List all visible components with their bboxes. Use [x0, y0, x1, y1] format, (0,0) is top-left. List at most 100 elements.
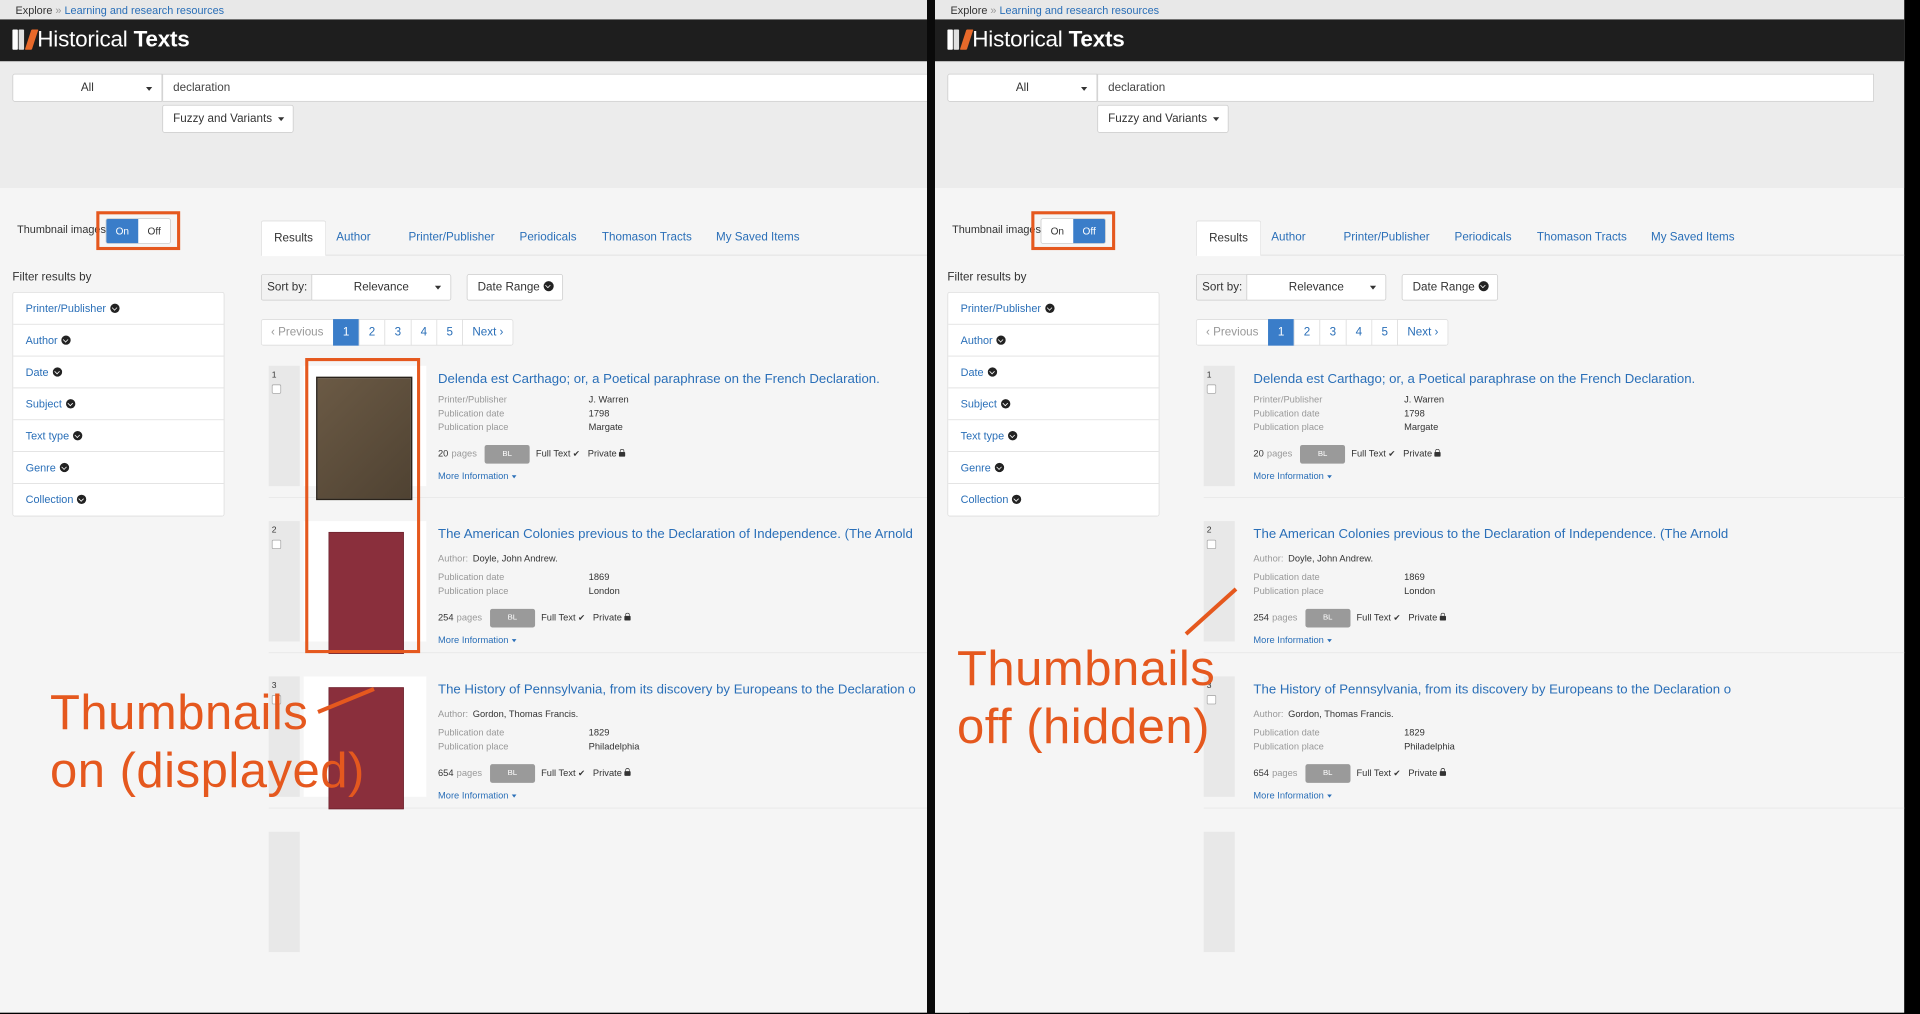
pagination-item[interactable]: 1 — [1267, 319, 1295, 346]
pagination-item[interactable]: ‹ Previous — [260, 319, 334, 346]
more-information-link[interactable]: More Information — [1253, 471, 1444, 481]
chevron-circle-icon — [996, 335, 1006, 345]
filter-item-genre[interactable]: Genre — [13, 452, 224, 484]
sort-select[interactable]: Relevance — [1246, 274, 1387, 301]
breadcrumb-current-link[interactable]: Learning and research resources — [64, 4, 224, 16]
pagination-item[interactable]: Next › — [1397, 319, 1449, 346]
sort-select[interactable]: Relevance — [311, 274, 452, 301]
breadcrumb-current-link[interactable]: Learning and research resources — [999, 4, 1159, 16]
annotation-right: Thumbnails off (hidden) — [957, 640, 1215, 756]
tab-periodicals[interactable]: Periodicals — [507, 221, 589, 256]
tab-thomason-tracts[interactable]: Thomason Tracts — [589, 221, 704, 256]
author-row: Author: Doyle, John Andrew. — [438, 551, 630, 565]
tab-results[interactable]: Results — [260, 220, 327, 257]
result-select-checkbox[interactable] — [271, 539, 282, 550]
result-title-link[interactable]: The History of Pennsylvania, from its di… — [438, 682, 916, 698]
more-information-link[interactable]: More Information — [1253, 634, 1445, 645]
date-range-button[interactable]: Date Range — [1401, 274, 1499, 301]
pagination-item[interactable]: 3 — [1319, 319, 1347, 346]
more-information-link[interactable]: More Information — [438, 634, 630, 645]
search-input[interactable]: declaration — [1097, 73, 1874, 102]
pagination-item[interactable]: Next › — [462, 319, 514, 346]
pagination-item[interactable]: 2 — [358, 319, 386, 346]
more-information-link[interactable]: More Information — [438, 471, 629, 481]
private-indicator: Private — [593, 612, 631, 623]
breadcrumb-explore-link[interactable]: Explore — [16, 4, 53, 16]
filter-item-author[interactable]: Author — [948, 325, 1159, 357]
filter-item-author[interactable]: Author — [13, 325, 224, 357]
metadata-key: Publication place — [1253, 585, 1324, 597]
filter-item-printer-publisher[interactable]: Printer/Publisher — [948, 293, 1159, 325]
results-tabs: Results Author Printer/Publisher Periodical… — [1195, 220, 1905, 257]
tab-author[interactable]: Author — [1259, 221, 1318, 256]
search-scope-select[interactable]: All — [947, 73, 1098, 102]
metadata-row: Publication date 1829 — [1253, 725, 1454, 739]
result-title-link[interactable]: The History of Pennsylvania, from its di… — [1253, 682, 1731, 698]
tab-author[interactable]: Author — [324, 221, 383, 256]
tab-my-saved-items[interactable]: My Saved Items — [1639, 221, 1747, 256]
pagination-item[interactable]: ‹ Previous — [1195, 319, 1269, 346]
filter-item-label: Genre — [960, 461, 991, 474]
caret-down-icon — [511, 794, 517, 798]
tab-my-saved-items[interactable]: My Saved Items — [704, 221, 812, 256]
result-title-link[interactable]: Delenda est Carthago; or, a Poetical par… — [1253, 371, 1695, 387]
result-select-checkbox[interactable] — [1206, 539, 1217, 550]
filter-item-text-type[interactable]: Text type — [13, 420, 224, 452]
full-text-indicator: Full Text ✔ — [536, 448, 580, 459]
pagination-item[interactable]: 1 — [332, 319, 360, 346]
filter-item-genre[interactable]: Genre — [948, 452, 1159, 484]
fuzzy-variants-dropdown[interactable]: Fuzzy and Variants — [162, 104, 294, 133]
full-text-label: Full Text — [1351, 448, 1386, 459]
filter-item-text-type[interactable]: Text type — [948, 420, 1159, 452]
filter-item-subject[interactable]: Subject — [948, 388, 1159, 421]
tab-thomason-tracts[interactable]: Thomason Tracts — [1524, 221, 1639, 256]
filter-item-printer-publisher[interactable]: Printer/Publisher — [13, 293, 224, 325]
author-key: Author: — [1253, 552, 1284, 564]
fuzzy-variants-label: Fuzzy and Variants — [173, 111, 273, 126]
more-information-link[interactable]: More Information — [438, 790, 639, 801]
lock-icon — [1439, 768, 1446, 776]
tab-periodicals[interactable]: Periodicals — [1442, 221, 1524, 256]
site-logo[interactable]: Historical Texts — [12, 26, 190, 54]
filter-item-subject[interactable]: Subject — [13, 388, 224, 421]
pagination-item[interactable]: 5 — [1371, 319, 1399, 346]
author-row: Author: Gordon, Thomas Francis. — [438, 707, 639, 721]
pagination-item[interactable]: 2 — [1293, 319, 1321, 346]
fuzzy-variants-label: Fuzzy and Variants — [1108, 111, 1208, 126]
result-title-link[interactable]: The American Colonies previous to the De… — [1253, 527, 1728, 543]
caret-down-icon — [434, 285, 442, 290]
chevron-circle-icon — [1478, 281, 1489, 292]
fuzzy-variants-dropdown[interactable]: Fuzzy and Variants — [1097, 104, 1229, 133]
search-scope-select[interactable]: All — [12, 73, 163, 102]
result-metadata: Author: Gordon, Thomas Francis. Publicatio… — [438, 707, 640, 801]
pages-word: pages — [1272, 767, 1298, 779]
filter-item-date[interactable]: Date — [13, 356, 224, 389]
tab-printer-publisher[interactable]: Printer/Publisher — [396, 221, 507, 256]
metadata-value: Philadelphia — [588, 740, 640, 752]
pagination-item[interactable]: 5 — [436, 319, 464, 346]
metadata-value: Margate — [588, 421, 623, 433]
search-input[interactable]: declaration — [162, 73, 939, 102]
private-label: Private — [1403, 448, 1433, 459]
result-title-link[interactable]: The American Colonies previous to the De… — [438, 527, 913, 543]
result-title-link[interactable]: Delenda est Carthago; or, a Poetical par… — [438, 371, 880, 387]
pagination-item[interactable]: 4 — [1345, 319, 1373, 346]
date-range-button[interactable]: Date Range — [466, 274, 564, 301]
breadcrumb-explore-link[interactable]: Explore — [951, 4, 988, 16]
filter-item-collection[interactable]: Collection — [13, 484, 223, 516]
metadata-value: 1869 — [588, 571, 610, 583]
private-indicator: Private — [1408, 612, 1446, 623]
pagination-item[interactable]: 4 — [410, 319, 438, 346]
filter-item-label: Collection — [25, 493, 74, 506]
tab-results[interactable]: Results — [1195, 220, 1262, 257]
site-logo[interactable]: Historical Texts — [947, 26, 1125, 54]
pagination-item[interactable]: 3 — [384, 319, 412, 346]
private-indicator: Private — [593, 767, 631, 778]
metadata-value: J. Warren — [1404, 393, 1445, 405]
tab-printer-publisher[interactable]: Printer/Publisher — [1331, 221, 1442, 256]
filter-item-date[interactable]: Date — [948, 356, 1159, 389]
filter-item-collection[interactable]: Collection — [948, 484, 1158, 516]
more-information-link[interactable]: More Information — [1253, 790, 1454, 801]
result-select-checkbox[interactable] — [271, 384, 282, 394]
result-select-checkbox[interactable] — [1206, 384, 1217, 394]
